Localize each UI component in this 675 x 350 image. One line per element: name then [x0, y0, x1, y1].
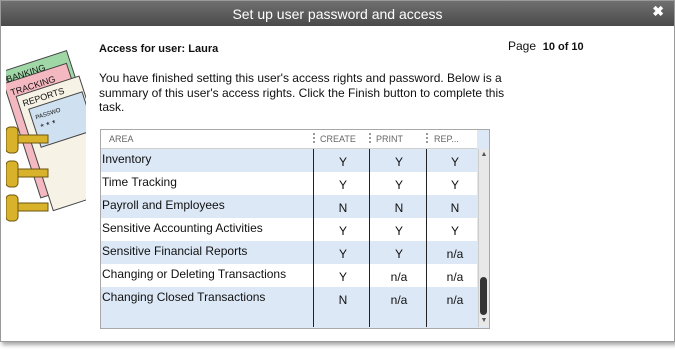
scrollbar-thumb[interactable] [480, 277, 487, 315]
page-indicator: Page 10 of 10 [508, 39, 584, 53]
row-create: Y [338, 270, 347, 284]
summary-text: You have finished setting this user's ac… [99, 71, 505, 114]
row-rep: n/a [446, 270, 464, 284]
keys-icon [6, 126, 49, 222]
security-illustration: BANKING TRACKING REPORTS PASSWO * * * [6, 50, 86, 222]
column-separator[interactable] [369, 132, 371, 145]
column-header-rep[interactable]: REP... [434, 134, 459, 144]
dialog-window: Set up user password and access ✖ BANKIN… [0, 0, 675, 342]
column-separator[interactable] [426, 132, 428, 145]
row-create: Y [338, 247, 347, 261]
column-divider [313, 149, 314, 327]
row-area: Changing or Deleting Transactions [102, 267, 287, 281]
table-body: Inventory Y Y Y Time Tracking Y Y Y Payr… [101, 149, 477, 327]
scroll-down-icon[interactable]: ▼ [480, 317, 488, 325]
table-row[interactable]: Sensitive Financial Reports Y Y n/a [101, 241, 477, 264]
page-label: Page [508, 39, 537, 53]
row-create: Y [338, 155, 347, 169]
row-area: Inventory [102, 152, 152, 166]
window-title: Set up user password and access [232, 6, 443, 22]
column-header-print[interactable]: PRINT [376, 134, 403, 144]
row-area: Changing Closed Transactions [102, 290, 266, 304]
row-print: Y [394, 247, 403, 261]
row-area: Sensitive Accounting Activities [102, 221, 263, 235]
row-create: Y [338, 224, 347, 238]
row-area: Payroll and Employees [102, 198, 225, 212]
row-print: Y [394, 155, 403, 169]
table-row[interactable]: Payroll and Employees N N N [101, 195, 477, 218]
row-rep: N [450, 201, 460, 215]
table-row[interactable]: Changing Closed Transactions N n/a n/a [101, 287, 477, 310]
row-rep: Y [450, 224, 459, 238]
row-print: Y [394, 224, 403, 238]
row-rep: n/a [446, 247, 464, 261]
scroll-up-icon[interactable]: ▲ [480, 151, 488, 159]
row-area: Sensitive Financial Reports [102, 244, 248, 258]
table-header: AREA CREATE PRINT REP... [101, 130, 477, 149]
column-divider [426, 149, 427, 327]
table-row[interactable]: Time Tracking Y Y Y [101, 172, 477, 195]
row-create: N [338, 201, 348, 215]
close-icon[interactable]: ✖ [652, 3, 664, 20]
row-print: Y [394, 178, 403, 192]
row-create: Y [338, 178, 347, 192]
page-number: 10 of 10 [542, 41, 584, 53]
access-summary-table: AREA CREATE PRINT REP... Inventory Y Y Y… [100, 129, 490, 329]
column-header-area[interactable]: AREA [109, 134, 134, 144]
title-bar: Set up user password and access ✖ [1, 1, 674, 26]
vertical-scrollbar[interactable]: ▲ ▼ [478, 149, 489, 327]
row-rep: Y [450, 155, 459, 169]
row-create: N [338, 293, 348, 307]
row-print: n/a [390, 270, 408, 284]
access-for-user-heading: Access for user: Laura [99, 43, 219, 55]
row-print: n/a [390, 293, 408, 307]
column-divider [369, 149, 370, 327]
table-row[interactable]: Inventory Y Y Y [101, 149, 477, 172]
column-separator[interactable] [313, 132, 315, 145]
row-area: Time Tracking [102, 175, 177, 189]
table-row[interactable]: Changing or Deleting Transactions Y n/a … [101, 264, 477, 287]
row-rep: Y [450, 178, 459, 192]
row-rep: n/a [446, 293, 464, 307]
row-print: N [394, 201, 404, 215]
column-header-create[interactable]: CREATE [320, 134, 356, 144]
table-row[interactable]: Sensitive Accounting Activities Y Y Y [101, 218, 477, 241]
